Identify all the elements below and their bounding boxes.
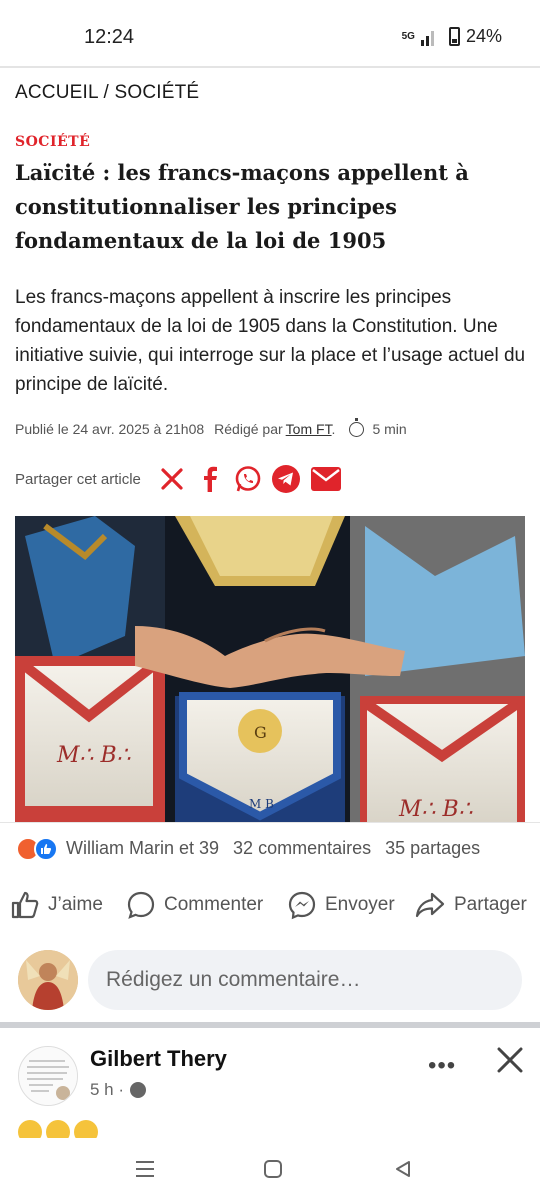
status-bar: 12:24 5G 24% <box>0 0 540 68</box>
telegram-icon[interactable] <box>271 464 301 494</box>
article-title: Laïcité : les francs-maçons appellent à … <box>15 160 469 253</box>
back-button[interactable] <box>388 1154 418 1184</box>
share-label: Partager cet article <box>15 470 141 488</box>
messenger-icon <box>288 891 316 920</box>
publish-date: Publié le 24 avr. 2025 à 21h08 <box>15 421 205 437</box>
status-time: 12:24 <box>84 26 135 48</box>
square-icon <box>264 1160 282 1178</box>
close-icon[interactable] <box>494 1044 526 1076</box>
comment-post: Gilbert Thery 5 h · ••• <box>0 1028 540 1144</box>
more-options-button[interactable]: ••• <box>428 1052 456 1080</box>
comment-label: Commenter <box>164 894 264 915</box>
globe-icon <box>130 1082 147 1098</box>
comment-button[interactable]: Commenter <box>126 890 263 920</box>
like-reaction-icon <box>34 836 58 861</box>
share-arrow-icon <box>415 892 445 918</box>
user-avatar[interactable] <box>18 950 78 1010</box>
battery-level: 24% <box>465 26 502 46</box>
action-bar: J’aime Commenter Envoyer Partager <box>0 882 540 928</box>
article-lead: Les francs-maçons appellent à inscrire l… <box>15 287 526 395</box>
shares-count[interactable]: 35 partages <box>385 838 480 859</box>
written-by-label: Rédigé par <box>214 421 283 437</box>
article-meta: Publié le 24 avr. 2025 à 21h08 Rédigé pa… <box>15 417 407 437</box>
recent-apps-button[interactable] <box>130 1154 160 1184</box>
comment-input[interactable]: Rédigez un commentaire… <box>88 950 522 1010</box>
article-image[interactable]: M∴ B∴ G M B M∴ B∴ <box>15 516 525 822</box>
share-button[interactable]: Partager <box>414 890 527 920</box>
breadcrumb[interactable]: ACCUEIL / SOCIÉTÉ <box>15 82 199 104</box>
apron-letter-g: G <box>254 723 267 742</box>
timer-icon <box>349 417 365 437</box>
email-icon[interactable] <box>309 464 343 494</box>
network-label: 5G <box>401 31 415 42</box>
reaction-icons[interactable] <box>16 836 58 861</box>
whatsapp-icon[interactable] <box>233 464 263 494</box>
post-time: 5 h · <box>90 1080 147 1100</box>
facebook-icon[interactable] <box>195 464 225 494</box>
share-label-fb: Partager <box>454 894 527 915</box>
commenter-avatar[interactable] <box>18 1046 78 1106</box>
post-time-label: 5 h · <box>90 1080 125 1099</box>
apron-letters-left: M∴ B∴ <box>56 743 131 768</box>
send-label: Envoyer <box>325 894 395 915</box>
send-button[interactable]: Envoyer <box>287 890 395 920</box>
system-nav-bar <box>0 1138 540 1200</box>
reaction-names[interactable]: William Marin et 39 <box>66 838 219 859</box>
like-button[interactable]: J’aime <box>10 890 103 920</box>
category-label[interactable]: SOCIÉTÉ <box>15 134 90 150</box>
comment-bubble-icon <box>127 891 155 919</box>
like-label: J’aime <box>48 894 103 915</box>
thumbs-up-icon <box>11 891 39 919</box>
battery-icon <box>448 27 460 46</box>
home-button[interactable] <box>258 1154 288 1184</box>
status-icons: 5G 24% <box>402 26 502 47</box>
author-suffix: . <box>331 421 336 437</box>
x-icon[interactable] <box>157 464 187 494</box>
author-link[interactable]: Tom FT <box>286 421 332 437</box>
apron-letters-center: M B <box>249 797 274 811</box>
share-row: Partager cet article <box>15 464 351 494</box>
signal-icon <box>420 28 443 46</box>
menu-lines-icon <box>136 1161 154 1177</box>
back-arrow-icon <box>396 1161 410 1177</box>
apron-letters-right: M∴ B∴ <box>398 797 473 822</box>
reading-time: 5 min <box>372 421 407 437</box>
comments-count[interactable]: 32 commentaires <box>233 838 371 859</box>
reactions-bar: William Marin et 39 32 commentaires 35 p… <box>0 822 540 874</box>
comment-composer: Rédigez un commentaire… <box>0 944 540 1016</box>
commenter-name[interactable]: Gilbert Thery <box>90 1046 227 1072</box>
